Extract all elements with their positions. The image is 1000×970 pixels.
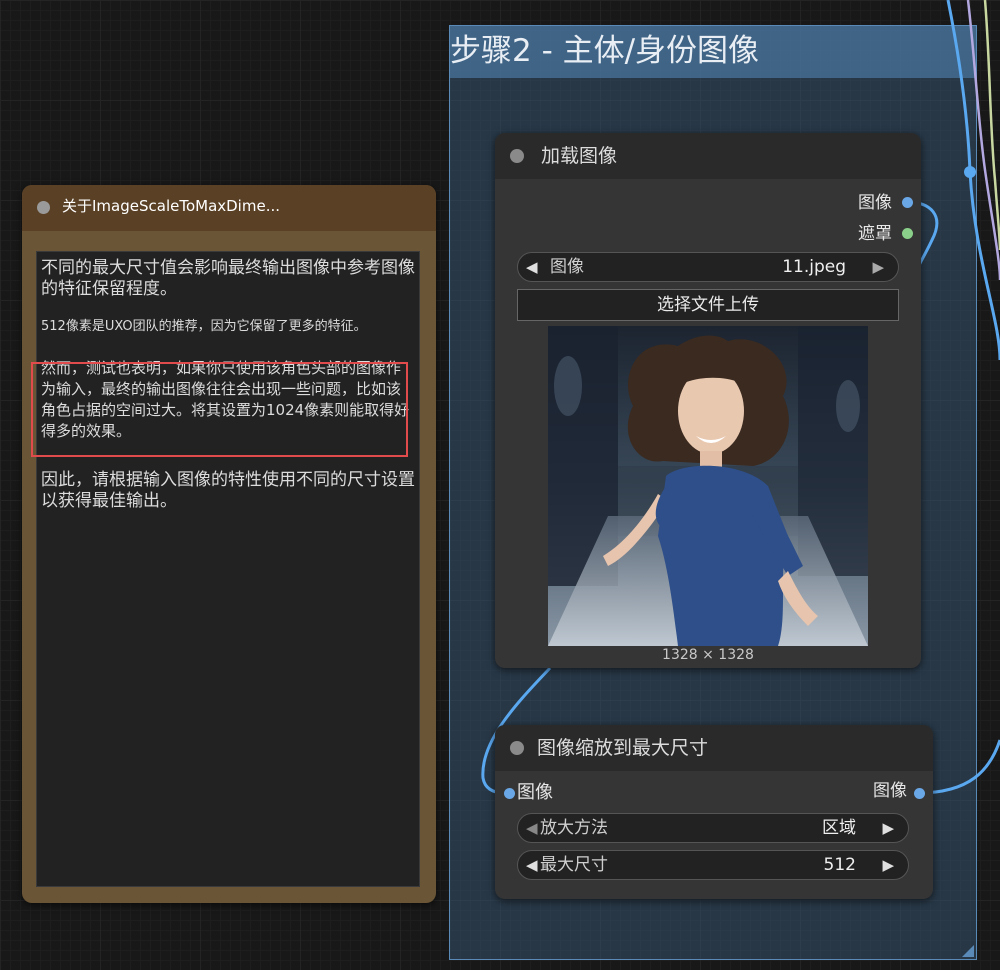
photo-woman-street (548, 326, 868, 646)
arrow-left-icon[interactable]: ◀ (526, 851, 538, 879)
load-image-title: 加载图像 (541, 145, 618, 167)
note-node-title: 关于ImageScaleToMaxDime... (62, 197, 280, 215)
arrow-right-icon[interactable]: ▶ (872, 253, 884, 281)
link-top-right-green (983, 0, 1000, 251)
note-textarea[interactable]: 不同的最大尺寸值会影响最终输出图像中参考图像的特征保留程度。 512像素是UXO… (36, 251, 420, 887)
image-select-label: 图像 (550, 257, 584, 277)
note-paragraph-2: 512像素是UXO团队的推荐，因为它保留了更多的特征。 (41, 319, 367, 334)
collapse-dot-icon[interactable] (510, 149, 524, 163)
output-image-label: 图像 (858, 193, 892, 213)
image-select-value: 11.jpeg (782, 257, 846, 277)
input-image-port[interactable] (504, 788, 515, 799)
collapse-dot-icon[interactable] (37, 201, 50, 214)
upload-button[interactable]: 选择文件上传 (517, 289, 899, 321)
upscale-method-widget[interactable]: ◀ 放大方法 区域 ▶ (517, 813, 909, 843)
note-paragraph-4: 因此，请根据输入图像的特性使用不同的尺寸设置以获得最佳输出。 (41, 470, 415, 511)
note-paragraph-1: 不同的最大尺寸值会影响最终输出图像中参考图像的特征保留程度。 (41, 258, 415, 299)
upscale-method-label: 放大方法 (540, 818, 608, 838)
arrow-right-icon[interactable]: ▶ (882, 851, 894, 879)
image-select-widget[interactable]: ◀ 图像 11.jpeg ▶ (517, 252, 899, 282)
image-scale-header[interactable]: 图像缩放到最大尺寸 (495, 725, 933, 771)
note-node[interactable]: 关于ImageScaleToMaxDime... 不同的最大尺寸值会影响最终输出… (22, 185, 436, 903)
max-size-widget[interactable]: ◀ 最大尺寸 512 ▶ (517, 850, 909, 880)
load-image-header[interactable]: 加载图像 (495, 133, 921, 179)
output-image-port[interactable] (902, 197, 913, 208)
arrow-right-icon[interactable]: ▶ (882, 814, 894, 842)
image-scale-node[interactable]: 图像缩放到最大尺寸 图像 图像 ◀ 放大方法 区域 ▶ ◀ 最大尺寸 512 ▶ (495, 725, 933, 899)
arrow-left-icon[interactable]: ◀ (526, 253, 538, 281)
output-mask-port[interactable] (902, 228, 913, 239)
preview-size-label: 1328 × 1328 (662, 647, 754, 663)
note-paragraph-3: 然而，测试也表明，如果你只使用该角色头部的图像作为输入，最终的输出图像往往会出现… (41, 359, 410, 440)
output-image-label: 图像 (873, 781, 907, 801)
group-resize-handle[interactable] (962, 945, 974, 957)
load-image-node[interactable]: 加载图像 图像 遮罩 ◀ 图像 11.jpeg ▶ 选择文件上传 1328 × … (495, 133, 921, 668)
collapse-dot-icon[interactable] (510, 741, 524, 755)
max-size-label: 最大尺寸 (540, 855, 608, 875)
input-image-label: 图像 (517, 782, 553, 803)
image-scale-title: 图像缩放到最大尺寸 (537, 737, 709, 759)
output-mask-label: 遮罩 (858, 224, 892, 244)
note-node-header[interactable]: 关于ImageScaleToMaxDime... (22, 185, 436, 231)
group-title[interactable]: 步骤2 - 主体/身份图像 (450, 26, 976, 78)
upscale-method-value: 区域 (822, 818, 856, 838)
image-preview (548, 326, 868, 646)
arrow-left-icon[interactable]: ◀ (526, 814, 538, 842)
output-image-port[interactable] (914, 788, 925, 799)
max-size-value: 512 (823, 855, 856, 875)
